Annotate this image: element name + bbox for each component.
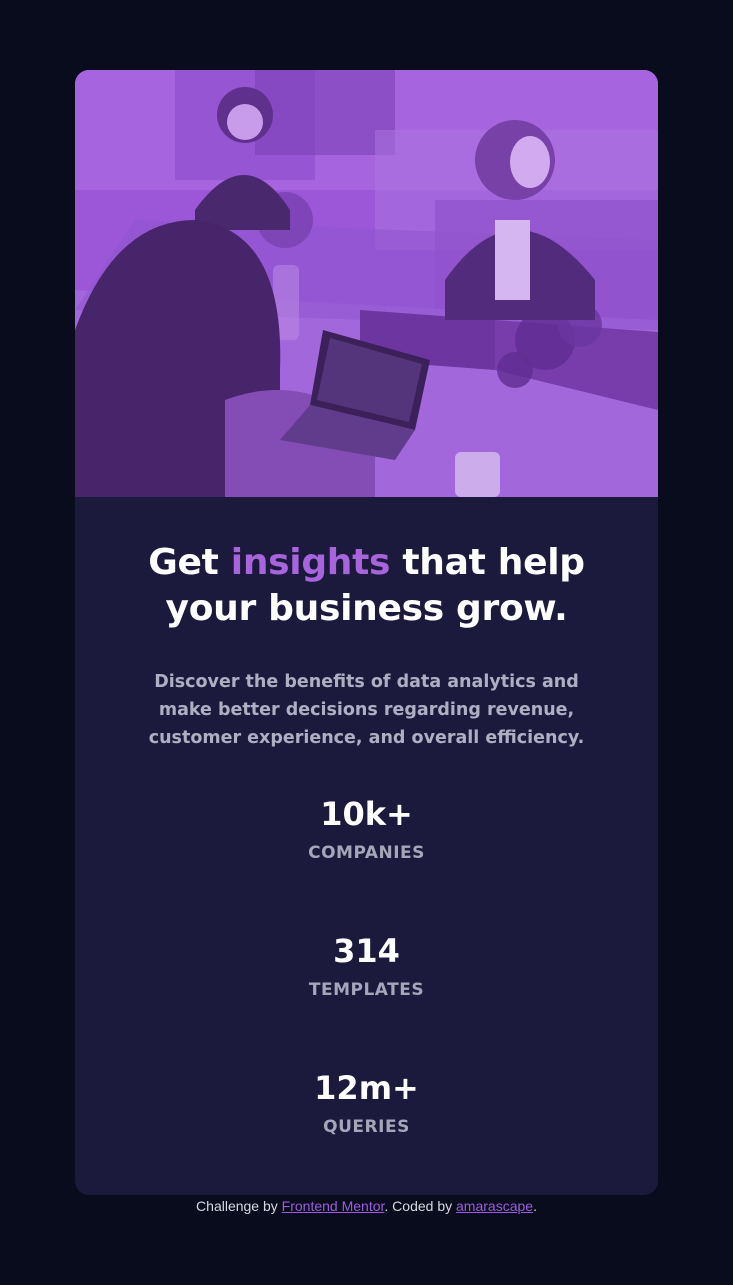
stat-queries: 12m+ QUERIES	[115, 1068, 618, 1195]
hero-image	[75, 70, 658, 497]
frontend-mentor-link[interactable]: Frontend Mentor	[282, 1198, 385, 1214]
page-title: Get insights that help your business gro…	[115, 540, 618, 632]
headline-accent: insights	[230, 542, 391, 583]
stat-value: 10k+	[320, 795, 413, 833]
description: Discover the benefits of data analytics …	[148, 672, 585, 748]
attribution-suffix: .	[533, 1198, 537, 1214]
stat-label: QUERIES	[323, 1117, 410, 1137]
attribution: Challenge by Frontend Mentor. Coded by a…	[0, 1197, 733, 1215]
stats-list: 10k+ COMPANIES 314 TEMPLATES 12m+ QUERIE…	[115, 794, 618, 1195]
attribution-prefix: Challenge by	[196, 1198, 282, 1214]
stat-companies: 10k+ COMPANIES	[115, 794, 618, 931]
stat-label: TEMPLATES	[308, 980, 425, 1000]
hero-illustration	[75, 70, 658, 497]
stat-templates: 314 TEMPLATES	[115, 931, 618, 1068]
stat-value: 12m+	[314, 1069, 419, 1107]
stats-preview-card: Get insights that help your business gro…	[75, 70, 658, 1195]
card-content: Get insights that help your business gro…	[75, 540, 658, 1195]
stat-value: 314	[333, 932, 400, 970]
author-link[interactable]: amarascape	[456, 1198, 533, 1214]
headline-start: Get	[148, 542, 231, 583]
stat-label: COMPANIES	[308, 843, 425, 863]
attribution-middle: . Coded by	[384, 1198, 457, 1214]
